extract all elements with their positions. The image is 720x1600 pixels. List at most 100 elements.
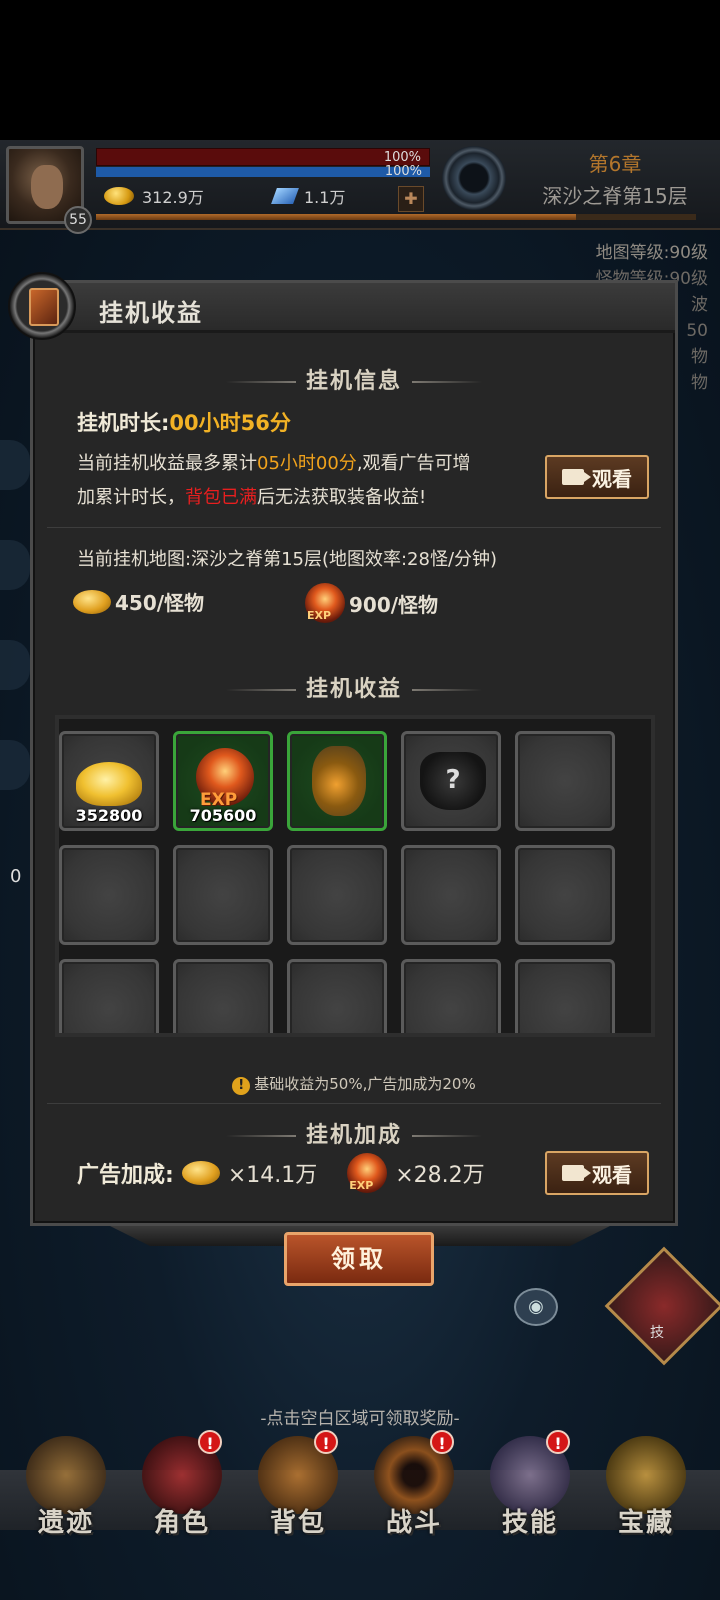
reward-grid: 352800 EXP 705600 ? [55, 715, 655, 1037]
watch-ad-bonus-button[interactable]: 观看 [545, 1151, 649, 1195]
nav-item-battle[interactable]: ! 战斗 [356, 1420, 472, 1560]
reward-slot-empty[interactable] [515, 845, 615, 945]
alert-badge: ! [430, 1430, 454, 1454]
reward-slot-gold[interactable]: 352800 [59, 731, 159, 831]
nav-item-treasure[interactable]: 宝藏 [588, 1420, 704, 1560]
cross-icon[interactable]: ✚ [398, 186, 424, 212]
reward-slot-armor[interactable]: ? [401, 731, 501, 831]
reward-slot-empty[interactable] [287, 845, 387, 945]
idle-duration: 挂机时长:00小时56分 [77, 407, 291, 437]
nav-label: 技能 [501, 1508, 558, 1538]
exp-rate: EXP 900/怪物 [305, 583, 438, 623]
bonus-note-text: 基础收益为50%,广告加成为20% [254, 1075, 476, 1093]
exp-icon: EXP [347, 1153, 388, 1193]
gold-icon [181, 1161, 220, 1185]
ad-bonus-exp: ×28.2万 [395, 1163, 485, 1188]
section-title-rewards: 挂机收益 [305, 677, 402, 702]
side-button[interactable] [0, 440, 30, 490]
section-heading-info: 挂机信息 [33, 363, 675, 395]
skill-button-label: 技 [650, 1325, 664, 1341]
reward-slot-empty[interactable] [401, 845, 501, 945]
alert-badge: ! [198, 1430, 222, 1454]
nav-label: 背包 [269, 1508, 326, 1538]
panel-title: 挂机收益 [99, 299, 203, 327]
alert-badge: ! [546, 1430, 570, 1454]
gem-resource: 1.1万 [271, 184, 346, 208]
idle-duration-value: 00小时56分 [169, 411, 291, 435]
floor-name: 深沙之脊第15层 [542, 184, 688, 208]
reward-slot-empty[interactable] [515, 959, 615, 1033]
game-screen: 55 100% 100% 312.9万 1.1万 ✚ 第6章 深沙之脊第15层 … [0, 0, 720, 1600]
mp-percent: 100% [384, 164, 422, 179]
reward-slot-empty[interactable] [173, 959, 273, 1033]
exp-rate-value: 900/怪物 [349, 592, 439, 617]
idle-duration-label: 挂机时长: [77, 411, 170, 435]
nav-label: 遗迹 [37, 1508, 94, 1538]
reward-slot-empty[interactable] [401, 959, 501, 1033]
divider [47, 1103, 661, 1104]
desc-text: 加累计时长， [77, 487, 185, 508]
reward-slot-bag[interactable] [287, 731, 387, 831]
nav-label: 角色 [153, 1508, 210, 1538]
video-camera-icon [562, 1165, 591, 1181]
desc-text: 当前挂机收益最多累计 [77, 453, 257, 474]
divider [47, 527, 661, 528]
desc-line-1: 当前挂机收益最多累计05小时00分,观看广告可增 [77, 449, 471, 475]
watch-ad-label: 观看 [592, 1162, 632, 1187]
reward-slot-empty[interactable] [59, 845, 159, 945]
gold-pile-icon [76, 762, 142, 806]
panel-title-bar: 挂机收益 [33, 283, 675, 333]
desc-text: 后无法获取装备收益! [257, 487, 427, 508]
section-title-info: 挂机信息 [305, 369, 402, 394]
claim-button[interactable]: 领取 [284, 1232, 434, 1286]
chapter-label: 第6章 [588, 152, 642, 176]
side-button[interactable] [0, 640, 30, 690]
ad-bonus-gold: ×14.1万 [227, 1163, 318, 1188]
bonus-note: ! 基础收益为50%,广告加成为20% [33, 1073, 675, 1095]
video-camera-icon [562, 469, 591, 485]
heading-ornament [412, 381, 482, 383]
heading-ornament [412, 689, 482, 691]
side-number: 0 [10, 866, 22, 887]
reward-slot-empty[interactable] [173, 845, 273, 945]
gold-rate-value: 450/怪物 [115, 591, 205, 615]
stage-progress-fill [96, 214, 576, 220]
heading-ornament [225, 1135, 296, 1137]
watch-ad-button[interactable]: 观看 [545, 455, 649, 499]
reward-slot-empty[interactable] [287, 959, 387, 1033]
bottom-nav: 遗迹 ! 角色 ! 背包 ! 战斗 ! 技能 宝藏 [0, 1420, 720, 1560]
side-button[interactable] [0, 540, 30, 590]
nav-label: 宝藏 [617, 1508, 674, 1538]
idle-rewards-panel: 挂机收益 挂机信息 挂机时长:00小时56分 当前挂机收益最多累计05小时00分… [30, 280, 678, 1226]
reward-slot-empty[interactable] [515, 731, 615, 831]
exp-orb-icon: EXP [196, 748, 254, 810]
nav-item-relics[interactable]: 遗迹 [8, 1420, 124, 1560]
nav-label: 战斗 [385, 1508, 442, 1538]
section-heading-rewards: 挂机收益 [33, 671, 675, 703]
side-button[interactable] [0, 740, 30, 790]
reward-slot-empty[interactable] [59, 959, 159, 1033]
exp-icon: EXP [305, 583, 345, 623]
exp-icon-label: EXP [349, 1179, 374, 1192]
hp-bar: 100% [96, 148, 430, 166]
desc-line-2: 加累计时长，背包已满后无法获取装备收益! [77, 483, 426, 509]
nav-item-bag[interactable]: ! 背包 [240, 1420, 356, 1560]
reward-count: 705600 [189, 806, 257, 825]
nav-item-character[interactable]: ! 角色 [124, 1420, 240, 1560]
nav-item-skills[interactable]: ! 技能 [472, 1420, 588, 1560]
gold-resource: 312.9万 [104, 184, 204, 208]
heading-ornament [225, 689, 296, 691]
gold-rate: 450/怪物 [73, 587, 204, 616]
reward-slot-exp[interactable]: EXP 705600 [173, 731, 273, 831]
camera-icon[interactable]: ◉ [514, 1288, 558, 1326]
heading-ornament [412, 1135, 482, 1137]
warning-icon: ! [232, 1077, 251, 1095]
portal-icon[interactable] [442, 146, 506, 210]
map-line: 当前挂机地图:深沙之脊第15层(地图效率:28怪/分钟) [77, 549, 498, 570]
gold-icon [73, 589, 111, 614]
reward-count: 352800 [75, 806, 143, 825]
gold-icon [104, 187, 134, 205]
gem-amount: 1.1万 [304, 188, 346, 207]
unknown-armor-icon: ? [420, 752, 486, 810]
watch-ad-label: 观看 [592, 466, 632, 491]
